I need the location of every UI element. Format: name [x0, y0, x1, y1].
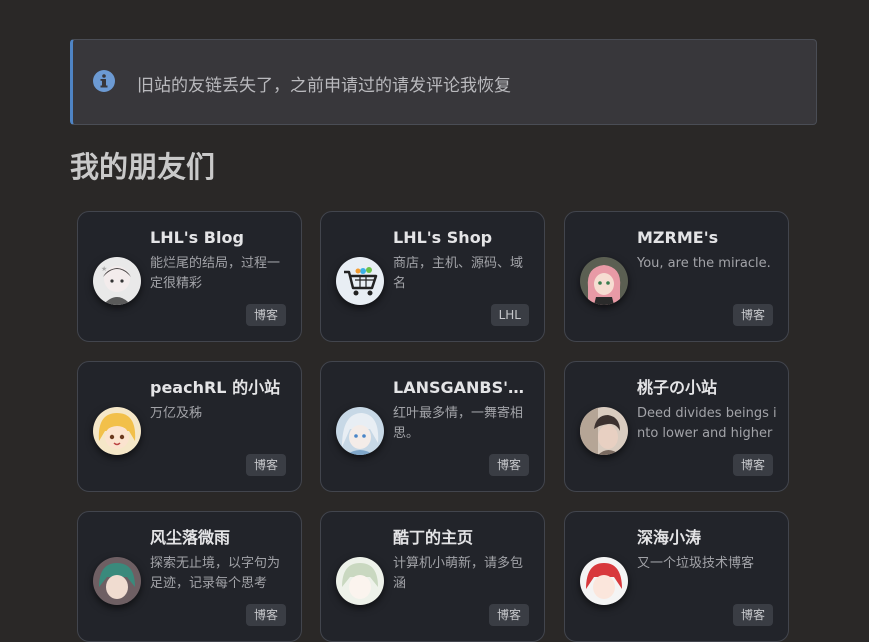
friend-name: MZRME's	[637, 228, 719, 247]
friend-desc: Deed divides beings into lower and highe…	[637, 406, 777, 441]
friend-tag: 博客	[488, 604, 529, 626]
friend-tag: 博客	[732, 304, 773, 326]
avatar	[336, 407, 384, 455]
friend-tag: 博客	[245, 304, 286, 326]
friend-desc: You, are the miracle.	[637, 256, 771, 271]
friend-name: peachRL 的小站	[150, 378, 281, 397]
friend-tag: 博客	[488, 454, 529, 476]
friend-desc: 商店，主机、源码、域名	[393, 256, 524, 291]
friend-tag: 博客	[245, 454, 286, 476]
friend-desc: 能烂尾的结局，过程一定很精彩	[150, 256, 281, 291]
friend-card[interactable]: LANSGANBS's Blog 红叶最多情，一舞寄相思。 博客	[320, 361, 545, 492]
friend-card[interactable]: peachRL 的小站 万亿及秭 博客	[77, 361, 302, 492]
friend-tag: 博客	[732, 454, 773, 476]
friend-name: LHL's Shop	[393, 228, 493, 247]
friend-name: LHL's Blog	[150, 228, 244, 247]
friend-desc: 又一个垃圾技术博客	[637, 556, 755, 571]
notice-banner: 旧站的友链丢失了，之前申请过的请发评论我恢复	[70, 39, 817, 125]
friend-card[interactable]: 桃子の小站 Deed divides beings into lower and…	[564, 361, 789, 492]
avatar	[336, 257, 384, 305]
friend-desc: 计算机小萌新，请多包涵	[393, 556, 524, 591]
friend-card[interactable]: MZRME's You, are the miracle. 博客	[564, 211, 789, 342]
avatar	[93, 407, 141, 455]
section-title: 我的朋友们	[70, 150, 216, 184]
avatar	[336, 557, 384, 605]
notice-text: 旧站的友链丢失了，之前申请过的请发评论我恢复	[137, 76, 511, 96]
friend-tag: 博客	[732, 604, 773, 626]
friend-card[interactable]: 深海小涛 又一个垃圾技术博客 博客	[564, 511, 789, 642]
avatar	[580, 257, 628, 305]
friend-name: 桃子の小站	[637, 378, 718, 397]
friend-card[interactable]: 酷丁的主页 计算机小萌新，请多包涵 博客	[320, 511, 545, 642]
avatar	[93, 557, 141, 605]
friend-desc: 万亿及秭	[150, 406, 203, 421]
friend-desc: 红叶最多情，一舞寄相思。	[393, 406, 524, 441]
friend-card[interactable]: LHL's Shop 商店，主机、源码、域名 LHL	[320, 211, 545, 342]
friend-card[interactable]: ★ LHL's Blog 能烂尾的结局，过程一定很精彩 博客	[77, 211, 302, 342]
avatar: ★	[93, 257, 141, 305]
friend-name: 深海小涛	[637, 528, 702, 547]
friend-tag: 博客	[245, 604, 286, 626]
friend-name: 风尘落微雨	[150, 528, 231, 547]
friend-tag: LHL	[490, 304, 529, 326]
avatar	[580, 557, 628, 605]
svg-text:★: ★	[101, 265, 107, 273]
friend-card[interactable]: 风尘落微雨 探索无止境，以字句为足迹，记录每个思考 博客	[77, 511, 302, 642]
avatar	[580, 407, 628, 455]
info-circle-icon	[93, 70, 115, 92]
friend-name: LANSGANBS's Blog	[393, 378, 533, 397]
friend-desc: 探索无止境，以字句为足迹，记录每个思考	[150, 556, 281, 591]
friend-name: 酷丁的主页	[393, 528, 474, 547]
